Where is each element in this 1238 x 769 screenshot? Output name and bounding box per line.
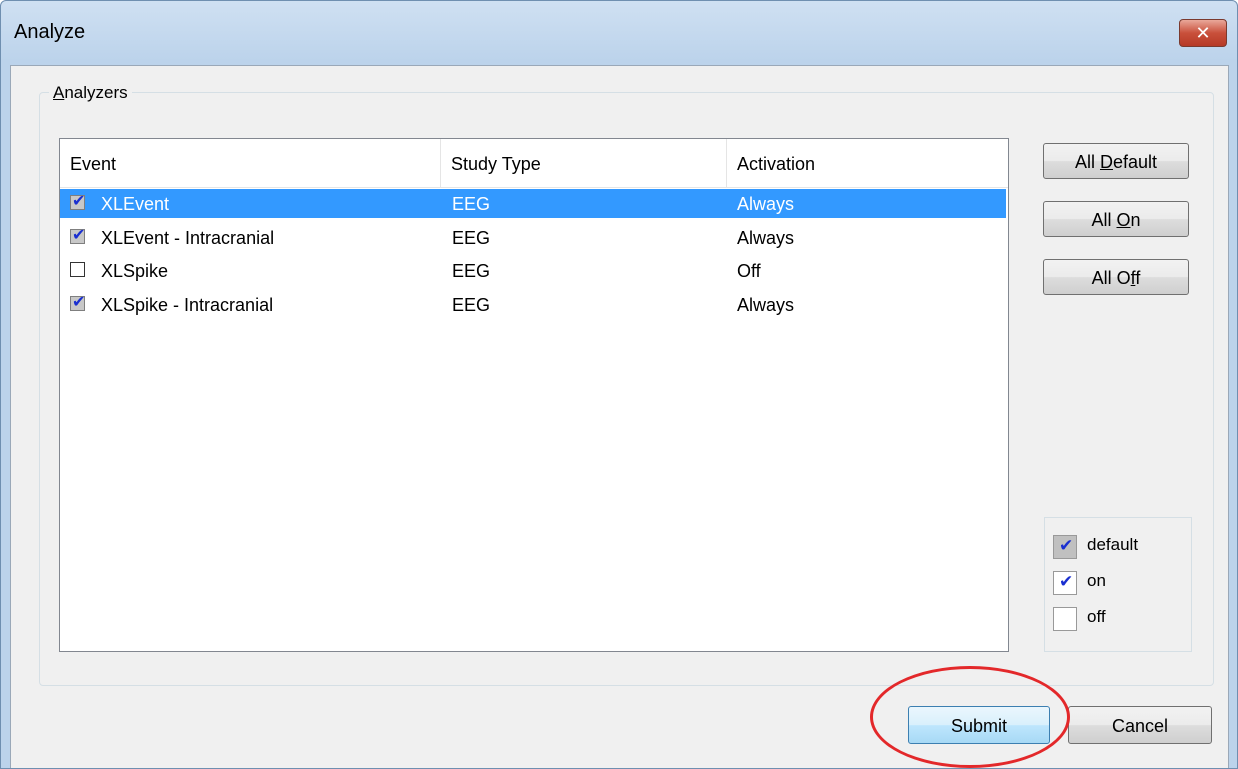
checkmark-icon: ✔ (72, 225, 86, 244)
close-button[interactable]: ✕ (1179, 19, 1227, 47)
analyzers-list[interactable]: Event Study Type Activation ✔ XLEvent EE… (59, 138, 1009, 652)
activation-cell: Always (737, 295, 795, 315)
row-checkbox[interactable]: ✔ (70, 191, 85, 210)
list-header: Event Study Type Activation (60, 139, 1008, 188)
legend-item-off: off (1053, 605, 1183, 635)
cancel-button[interactable]: Cancel (1068, 706, 1212, 744)
activation-cell: Always (737, 194, 795, 214)
dialog-client-area: Analyzers Event Study Type Activation ✔ … (10, 65, 1229, 768)
row-checkbox[interactable]: ✔ (70, 225, 85, 244)
study-type-cell: EEG (452, 295, 491, 315)
legend-checkbox-default: ✔ (1053, 535, 1077, 559)
activation-cell: Always (737, 228, 795, 248)
event-cell: XLEvent (101, 194, 170, 214)
study-type-cell: EEG (452, 194, 491, 214)
table-row[interactable]: ✔ XLEvent EEG Always (60, 189, 1006, 218)
legend-item-default: ✔ default (1053, 533, 1183, 563)
row-checkbox[interactable] (70, 262, 85, 277)
close-icon: ✕ (1195, 22, 1211, 44)
study-type-cell: EEG (452, 261, 491, 281)
analyze-dialog: Analyze ✕ Analyzers Event Study Type Act… (0, 0, 1238, 769)
checkmark-icon: ✔ (72, 191, 86, 210)
legend-item-on: ✔ on (1053, 569, 1183, 599)
study-type-cell: EEG (452, 228, 491, 248)
event-cell: XLEvent - Intracranial (101, 228, 275, 248)
legend-checkbox-on: ✔ (1053, 571, 1077, 595)
checkmark-icon: ✔ (72, 292, 86, 311)
row-checkbox[interactable]: ✔ (70, 292, 85, 311)
activation-cell: Off (737, 261, 761, 281)
dialog-title: Analyze (14, 21, 86, 43)
all-on-button[interactable]: All On (1043, 201, 1189, 237)
state-legend: ✔ default ✔ on off (1044, 517, 1192, 652)
all-off-button[interactable]: All Off (1043, 259, 1189, 295)
column-header-study-type[interactable]: Study Type (441, 139, 726, 187)
submit-button[interactable]: Submit (908, 706, 1050, 744)
legend-label: off (1087, 607, 1106, 626)
event-cell: XLSpike (101, 261, 169, 281)
analyzers-group-label: Analyzers (49, 83, 132, 103)
legend-label: default (1087, 535, 1139, 554)
table-row[interactable]: ✔ XLSpike - Intracranial EEG Always (60, 290, 1008, 319)
legend-checkbox-off (1053, 607, 1077, 631)
event-cell: XLSpike - Intracranial (101, 295, 274, 315)
checkmark-icon: ✔ (1059, 536, 1074, 556)
checkmark-icon: ✔ (1059, 572, 1074, 592)
column-header-event[interactable]: Event (60, 139, 440, 187)
title-bar[interactable]: Analyze ✕ (1, 1, 1237, 65)
table-row[interactable]: XLSpike EEG Off (60, 256, 1008, 285)
table-row[interactable]: ✔ XLEvent - Intracranial EEG Always (60, 223, 1008, 252)
column-header-activation[interactable]: Activation (727, 139, 1007, 187)
legend-label: on (1087, 571, 1106, 590)
all-default-button[interactable]: All Default (1043, 143, 1189, 179)
